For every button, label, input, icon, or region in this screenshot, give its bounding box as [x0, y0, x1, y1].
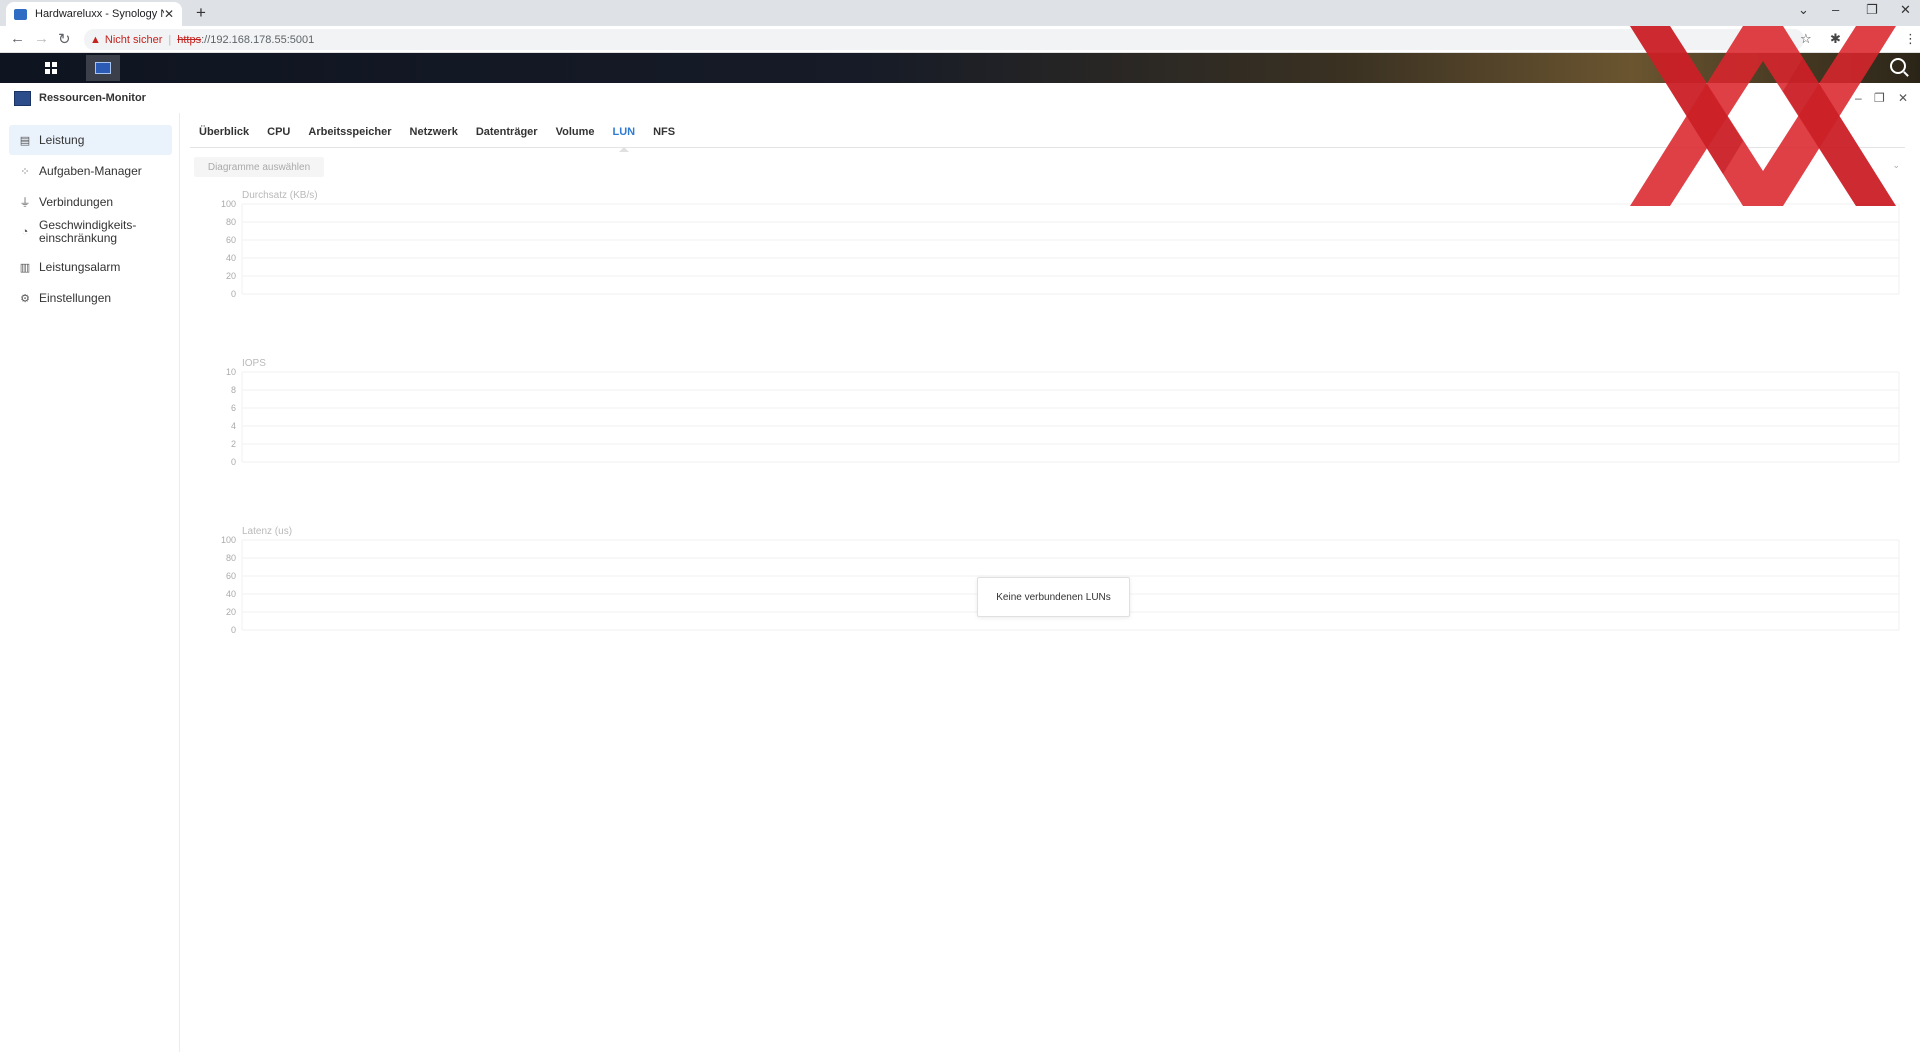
y-tick-label: 20	[226, 271, 236, 281]
tab-search-icon[interactable]: ⌄	[1798, 2, 1809, 18]
tab-arbeitsspeicher[interactable]: Arbeitsspeicher	[308, 124, 391, 146]
sidebar-item-label: Verbindungen	[39, 195, 114, 209]
close-app-icon[interactable]: ✕	[1898, 91, 1908, 105]
alarm-icon: ▥	[19, 261, 31, 274]
new-tab-button[interactable]: +	[196, 3, 206, 23]
tab-ueberblick[interactable]: Überblick	[199, 124, 249, 146]
resource-monitor-taskbar-button[interactable]	[86, 55, 120, 81]
browser-menu-icon[interactable]: ⋮	[1904, 31, 1917, 47]
grid-icon	[45, 62, 57, 74]
sidebar-item-leistung[interactable]: ▤ Leistung	[9, 125, 172, 155]
sidebar-item-leistungsalarm[interactable]: ▥ Leistungsalarm	[9, 254, 172, 280]
url-text: ://192.168.178.55:5001	[201, 33, 315, 46]
sidebar-item-aufgaben-manager[interactable]: ⁘ Aufgaben-Manager	[9, 158, 172, 184]
sidebar-item-label: Aufgaben-Manager	[39, 164, 142, 178]
y-tick-label: 80	[226, 217, 236, 227]
y-tick-label: 20	[226, 607, 236, 617]
select-charts-button[interactable]: Diagramme auswählen	[194, 157, 324, 177]
restore-window-icon[interactable]: ❐	[1866, 2, 1878, 18]
resource-monitor-icon	[95, 62, 111, 74]
iops-chart-svg: 10 8 6 4 2 0	[226, 367, 1900, 467]
tab-cpu[interactable]: CPU	[267, 124, 290, 146]
dsm-favicon-icon	[14, 8, 27, 20]
tab-nfs[interactable]: NFS	[653, 124, 675, 146]
tab-strip: Überblick CPU Arbeitsspeicher Netzwerk D…	[190, 124, 684, 146]
url-separator: |	[168, 33, 172, 46]
sidebar-item-label: Einstellungen	[39, 291, 112, 305]
sidebar-item-einstellungen[interactable]: ⚙ Einstellungen	[9, 285, 172, 311]
throughput-chart-svg: 100 80 60 40 20 0	[221, 199, 1900, 299]
y-tick-label: 6	[231, 403, 236, 413]
resource-monitor-app-icon	[14, 90, 31, 106]
y-tick-label: 4	[231, 421, 236, 431]
url-scheme: https	[177, 33, 202, 46]
y-tick-label: 60	[226, 235, 236, 245]
reload-icon[interactable]: ↻	[58, 30, 71, 48]
gear-icon: ⚙	[20, 292, 30, 305]
back-icon[interactable]: ←	[10, 30, 25, 47]
chart-icon: ▤	[19, 134, 31, 147]
y-tick-label: 0	[231, 457, 236, 467]
sidebar-item-verbindungen[interactable]: ⏚ Verbindungen	[9, 189, 172, 215]
main-menu-button[interactable]	[34, 55, 68, 81]
throughput-chart: Durchsatz (KB/s) 100 80 60 40 20 0	[204, 190, 1904, 300]
app-title: Ressourcen-Monitor	[39, 92, 146, 104]
browser-tabbar: Hardwareluxx - Synology NAS ✕ + ⌄ – ❐ ✕	[0, 0, 1920, 26]
tasks-icon: ⁘	[20, 165, 30, 178]
plug-icon: ⏚	[19, 197, 31, 209]
tab-lun[interactable]: LUN	[613, 124, 636, 146]
y-tick-label: 40	[226, 589, 236, 599]
sidebar-item-label: Leistung	[39, 133, 85, 147]
gauge-icon: ◔	[21, 226, 29, 238]
warning-icon: ▲	[90, 33, 101, 46]
tab-title: Hardwareluxx - Synology NAS	[35, 8, 164, 20]
tab-netzwerk[interactable]: Netzwerk	[410, 124, 458, 146]
no-luns-message: Keine verbundenen LUNs	[977, 577, 1130, 617]
y-tick-label: 100	[221, 535, 236, 545]
not-secure-label[interactable]: Nicht sicher	[105, 34, 162, 46]
y-tick-label: 100	[221, 199, 236, 209]
sidebar-item-geschwindigkeitseinschraenkung[interactable]: ◔ Geschwindigkeits- einschränkung	[9, 219, 172, 251]
browser-tab[interactable]: Hardwareluxx - Synology NAS ✕	[6, 2, 182, 26]
sidebar: ▤ Leistung ⁘ Aufgaben-Manager ⏚ Verbindu…	[0, 113, 180, 1052]
tab-datentraeger[interactable]: Datenträger	[476, 124, 538, 146]
y-ticks: 10 8 6 4 2 0	[226, 367, 1900, 467]
tab-volume[interactable]: Volume	[556, 124, 595, 146]
sidebar-item-label: Leistungsalarm	[39, 260, 121, 274]
y-ticks: 100 80 60 40 20 0	[221, 199, 1900, 299]
forward-icon[interactable]: →	[34, 30, 49, 47]
sidebar-item-label-line2: einschränkung	[39, 231, 118, 245]
y-tick-label: 80	[226, 553, 236, 563]
y-tick-label: 2	[231, 439, 236, 449]
url-field[interactable]: ▲ Nicht sicher | https ://192.168.178.55…	[84, 29, 1804, 50]
y-tick-label: 0	[231, 625, 236, 635]
y-tick-label: 60	[226, 571, 236, 581]
minimize-window-icon[interactable]: –	[1832, 2, 1839, 17]
y-tick-label: 10	[226, 367, 236, 377]
close-window-icon[interactable]: ✕	[1900, 2, 1911, 18]
y-tick-label: 8	[231, 385, 236, 395]
y-tick-label: 40	[226, 253, 236, 263]
hardwareluxx-logo	[1630, 26, 1896, 206]
y-tick-label: 0	[231, 289, 236, 299]
close-tab-icon[interactable]: ✕	[164, 7, 174, 21]
iops-chart: IOPS 10 8 6 4 2 0	[204, 358, 1904, 468]
